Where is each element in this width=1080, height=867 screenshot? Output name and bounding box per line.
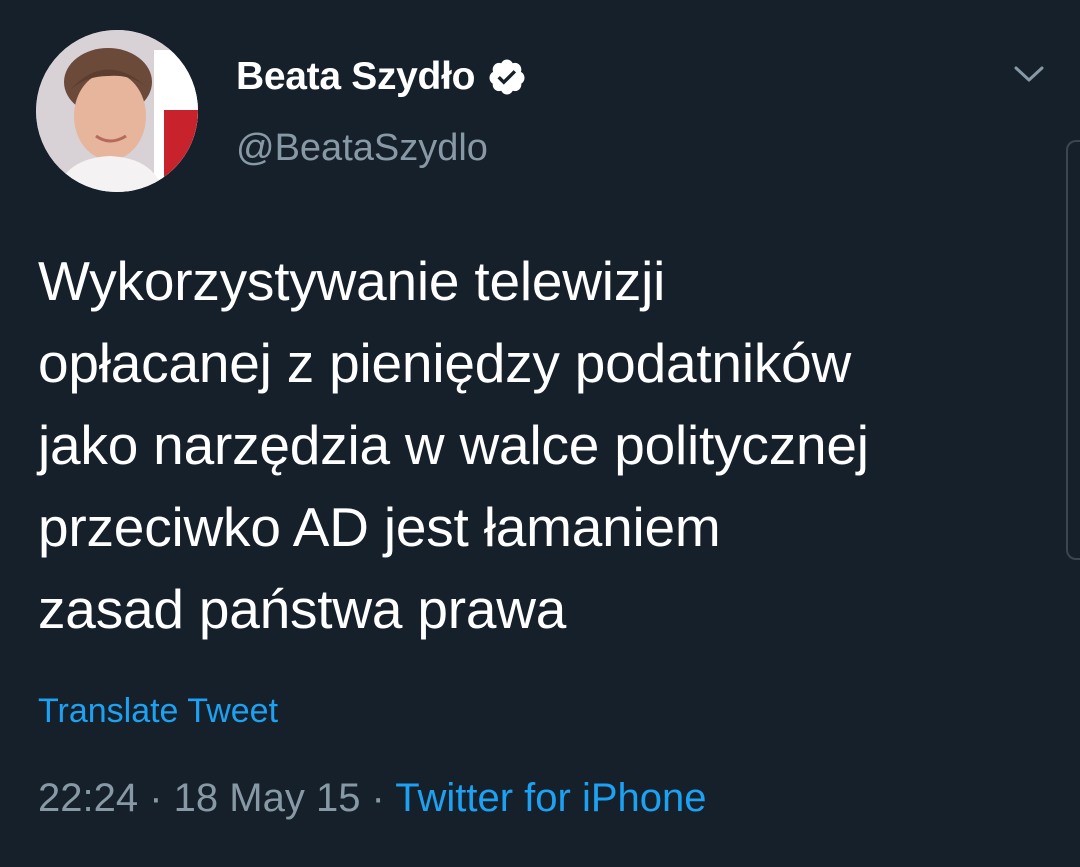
tweet-source-link[interactable]: Twitter for iPhone [395,776,706,820]
author-display-name[interactable]: Beata Szydło [236,55,475,99]
chevron-down-icon[interactable] [1010,58,1048,90]
tweet-text-line: zasad państwa prawa [38,578,567,640]
tweet-text-line: Wykorzystywanie telewizji [38,250,666,312]
avatar[interactable] [36,30,198,192]
tweet-text-line: przeciwko AD jest łamaniem [38,496,721,558]
verified-badge-icon [487,57,527,97]
tweet-metadata: 22:24 · 18 May 15 · Twitter for iPhone [38,776,707,821]
tweet-text-line: jako narzędzia w walce politycznej [38,414,869,476]
tweet-date: 18 May 15 [173,776,361,820]
tweet-text-line: opłacanej z pieniędzy podatników [38,332,852,394]
translate-tweet-link[interactable]: Translate Tweet [38,692,278,731]
tweet-text: Wykorzystywanie telewizji opłacanej z pi… [38,240,1048,650]
author-name-row[interactable]: Beata Szydło [236,52,527,102]
avatar-photo [36,30,198,192]
author-handle[interactable]: @BeataSzydlo [236,127,488,170]
meta-separator: · [360,776,396,820]
meta-separator: · [138,776,174,820]
tweet-detail: Beata Szydło @BeataSzydlo Wykorzystywani… [0,0,1080,867]
tweet-time: 22:24 [38,776,139,820]
scrollbar[interactable] [1066,140,1080,560]
